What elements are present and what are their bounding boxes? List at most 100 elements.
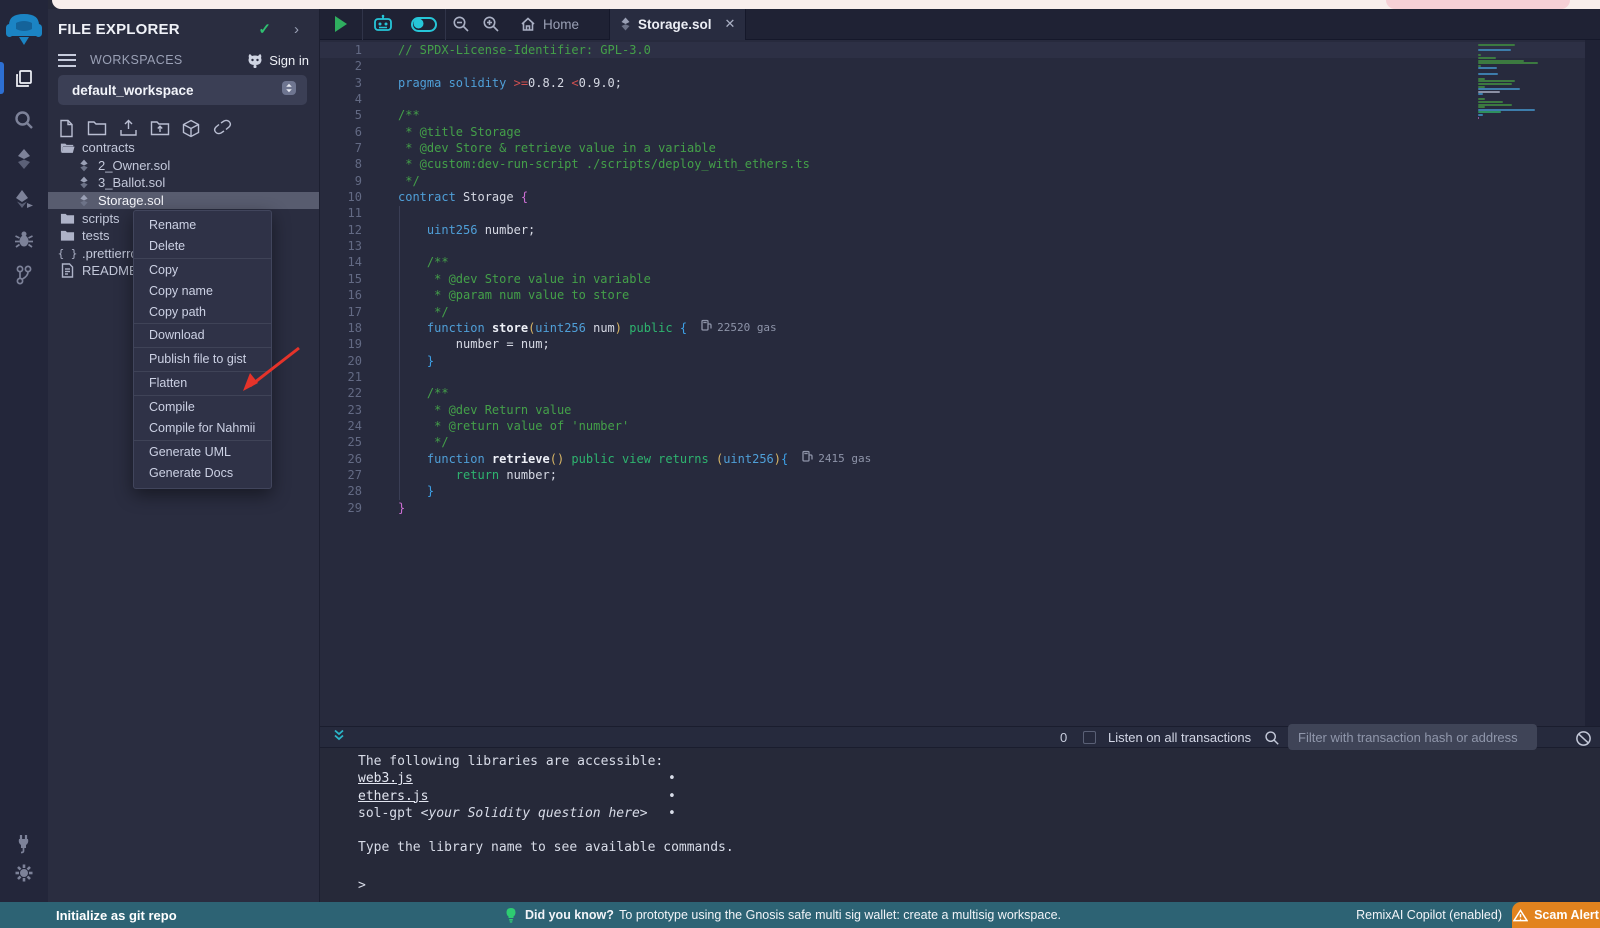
menu-divider — [134, 371, 271, 372]
context-menu-item-flatten[interactable]: Flatten — [134, 373, 271, 394]
line-number[interactable]: 22 — [320, 385, 378, 401]
code-line-24: 24 * @return value of 'number' — [320, 418, 1585, 434]
context-menu-item-download[interactable]: Download — [134, 325, 271, 346]
line-number[interactable]: 15 — [320, 271, 378, 287]
line-number[interactable]: 2 — [320, 58, 378, 74]
line-number[interactable]: 16 — [320, 287, 378, 303]
ipfs-cube-icon[interactable] — [182, 119, 200, 141]
line-number[interactable]: 7 — [320, 140, 378, 156]
scam-alert-button[interactable]: Scam Alert — [1512, 902, 1600, 928]
workspace-select[interactable]: default_workspace — [58, 75, 307, 105]
workspace-selected-value: default_workspace — [72, 83, 194, 98]
activity-search-icon[interactable] — [0, 103, 48, 137]
line-number[interactable]: 5 — [320, 107, 378, 123]
activity-plugin-manager-icon[interactable] — [0, 826, 48, 860]
line-number[interactable]: 23 — [320, 402, 378, 418]
check-icon[interactable]: ✓ — [258, 20, 271, 38]
code-line-14: 14 /** — [320, 254, 1585, 270]
terminal-link[interactable]: web3.js — [358, 771, 413, 786]
upload-folder-icon[interactable] — [150, 119, 170, 141]
file-explorer-header: FILE EXPLORER ✓ › — [58, 17, 311, 41]
context-menu-item-publish-file-to-gist[interactable]: Publish file to gist — [134, 349, 271, 370]
activity-file-explorer-icon[interactable] — [0, 62, 48, 96]
line-number[interactable]: 26 — [320, 451, 378, 467]
line-number[interactable]: 28 — [320, 483, 378, 499]
line-number[interactable]: 12 — [320, 222, 378, 238]
editor-minimap[interactable] — [1478, 44, 1556, 119]
line-number[interactable]: 27 — [320, 467, 378, 483]
line-number[interactable]: 24 — [320, 418, 378, 434]
context-menu-item-delete[interactable]: Delete — [134, 236, 271, 257]
tab-close-icon[interactable]: ✕ — [725, 16, 736, 32]
activity-settings-icon[interactable] — [0, 856, 48, 890]
copilot-status[interactable]: RemixAI Copilot (enabled) — [1356, 908, 1502, 922]
run-script-button[interactable] — [320, 9, 362, 40]
activity-solidity-compiler-icon[interactable] — [0, 142, 48, 176]
zoom-in-button[interactable] — [479, 9, 503, 40]
line-number[interactable]: 9 — [320, 173, 378, 189]
terminal-search-icon[interactable] — [1264, 730, 1280, 751]
activity-deploy-run-icon[interactable] — [0, 182, 48, 216]
init-git-repo-button[interactable]: Initialize as git repo — [56, 908, 177, 923]
context-menu-item-generate-docs[interactable]: Generate Docs — [134, 463, 271, 484]
terminal-expand-icon[interactable] — [332, 728, 346, 747]
code-area: 1// SPDX-License-Identifier: GPL-3.023pr… — [320, 42, 1585, 516]
chevron-right-icon[interactable]: › — [294, 21, 299, 38]
code-line-6: 6 * @title Storage — [320, 124, 1585, 140]
workspaces-menu-icon[interactable] — [58, 54, 76, 67]
line-number[interactable]: 3 — [320, 75, 378, 91]
line-number[interactable]: 14 — [320, 254, 378, 270]
line-number[interactable]: 17 — [320, 304, 378, 320]
activity-debugger-icon[interactable] — [0, 222, 48, 256]
tree-item-2-owner-sol[interactable]: 2_Owner.sol — [48, 157, 319, 175]
line-number[interactable]: 1 — [320, 42, 378, 58]
menu-divider — [134, 395, 271, 396]
listen-transactions-checkbox[interactable] — [1083, 731, 1096, 744]
line-number[interactable]: 25 — [320, 434, 378, 450]
terminal-prompt[interactable]: > — [330, 878, 366, 893]
new-file-icon[interactable] — [58, 119, 75, 141]
line-number[interactable]: 11 — [320, 205, 378, 221]
tree-item-storage-sol[interactable]: Storage.sol — [48, 192, 319, 210]
line-number[interactable]: 4 — [320, 91, 378, 107]
clear-console-icon[interactable] — [1575, 730, 1592, 752]
context-menu-item-copy-path[interactable]: Copy path — [134, 302, 271, 323]
code-text: * @dev Store & retrieve value in a varia… — [378, 140, 716, 156]
context-menu-item-rename[interactable]: Rename — [134, 215, 271, 236]
terminal-link[interactable]: ethers.js — [358, 789, 428, 804]
tree-item-3-ballot-sol[interactable]: 3_Ballot.sol — [48, 174, 319, 192]
line-number[interactable]: 29 — [320, 500, 378, 516]
workspaces-row: WORKSPACES Sign in — [58, 49, 309, 71]
line-number[interactable]: 21 — [320, 369, 378, 385]
link-icon[interactable] — [212, 119, 233, 141]
line-number[interactable]: 10 — [320, 189, 378, 205]
remix-logo-icon[interactable] — [3, 9, 45, 53]
line-number[interactable]: 20 — [320, 353, 378, 369]
context-menu-item-compile-for-nahmii[interactable]: Compile for Nahmii — [134, 418, 271, 439]
context-menu-item-generate-uml[interactable]: Generate UML — [134, 442, 271, 463]
activity-git-icon[interactable] — [0, 258, 48, 292]
ai-copilot-button[interactable] — [363, 9, 403, 40]
context-menu-item-copy[interactable]: Copy — [134, 260, 271, 281]
code-text: */ — [378, 173, 420, 189]
tree-item-contracts[interactable]: contracts — [48, 139, 319, 157]
line-number[interactable]: 13 — [320, 238, 378, 254]
transaction-filter-input[interactable] — [1288, 724, 1537, 750]
line-number[interactable]: 19 — [320, 336, 378, 352]
copilot-toggle[interactable] — [403, 9, 445, 40]
context-menu-item-copy-name[interactable]: Copy name — [134, 281, 271, 302]
zoom-out-button[interactable] — [449, 9, 473, 40]
upload-files-icon[interactable] — [119, 119, 138, 141]
line-number[interactable]: 6 — [320, 124, 378, 140]
tab-home[interactable]: Home — [506, 9, 595, 40]
new-folder-icon[interactable] — [87, 119, 107, 141]
code-editor[interactable]: 1// SPDX-License-Identifier: GPL-3.023pr… — [320, 40, 1600, 726]
line-number[interactable]: 8 — [320, 156, 378, 172]
tab-storage-sol[interactable]: Storage.sol ✕ — [609, 9, 746, 40]
context-menu-item-compile[interactable]: Compile — [134, 397, 271, 418]
tree-item-label: 3_Ballot.sol — [98, 175, 165, 190]
github-sign-in-button[interactable]: Sign in — [246, 53, 309, 68]
tip-text: To prototype using the Gnosis safe multi… — [619, 908, 1061, 922]
line-number[interactable]: 18 — [320, 320, 378, 336]
terminal[interactable]: The following libraries are accessible:•… — [320, 748, 1600, 902]
